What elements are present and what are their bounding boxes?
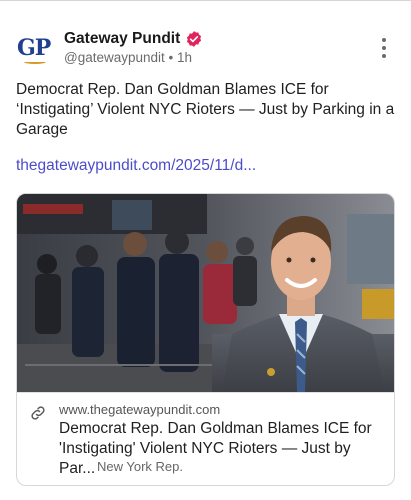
card-divider xyxy=(17,392,394,393)
menu-dot xyxy=(382,54,386,58)
meta-separator: • xyxy=(168,50,174,65)
more-options-icon[interactable] xyxy=(374,36,394,60)
link-preview-card[interactable]: www.thegatewaypundit.com Democrat Rep. D… xyxy=(16,193,395,486)
article-thumbnail-image xyxy=(17,194,394,392)
card-subtitle: New York Rep. xyxy=(97,459,183,474)
timestamp[interactable]: 1h xyxy=(177,50,192,65)
display-name[interactable]: Gateway Pundit xyxy=(64,30,180,48)
handle[interactable]: @gatewaypundit xyxy=(64,50,165,65)
post-meta: @gatewaypundit • 1h xyxy=(64,50,192,65)
logo-swoosh xyxy=(24,60,46,64)
name-row: Gateway Pundit xyxy=(64,28,203,50)
avatar-logo: GP xyxy=(17,35,51,61)
avatar[interactable]: GP xyxy=(16,30,56,70)
post-header: GP Gateway Pundit @gatewaypundit • 1h xyxy=(16,26,396,70)
menu-dot xyxy=(382,46,386,50)
link-icon xyxy=(31,406,45,420)
menu-dot xyxy=(382,38,386,42)
post-link[interactable]: thegatewaypundit.com/2025/11/d... xyxy=(16,157,256,175)
social-post: GP Gateway Pundit @gatewaypundit • 1h De… xyxy=(0,0,411,500)
verified-badge-icon xyxy=(187,31,202,47)
card-domain: www.thegatewaypundit.com xyxy=(59,402,221,417)
post-text: Democrat Rep. Dan Goldman Blames ICE for… xyxy=(16,81,395,138)
